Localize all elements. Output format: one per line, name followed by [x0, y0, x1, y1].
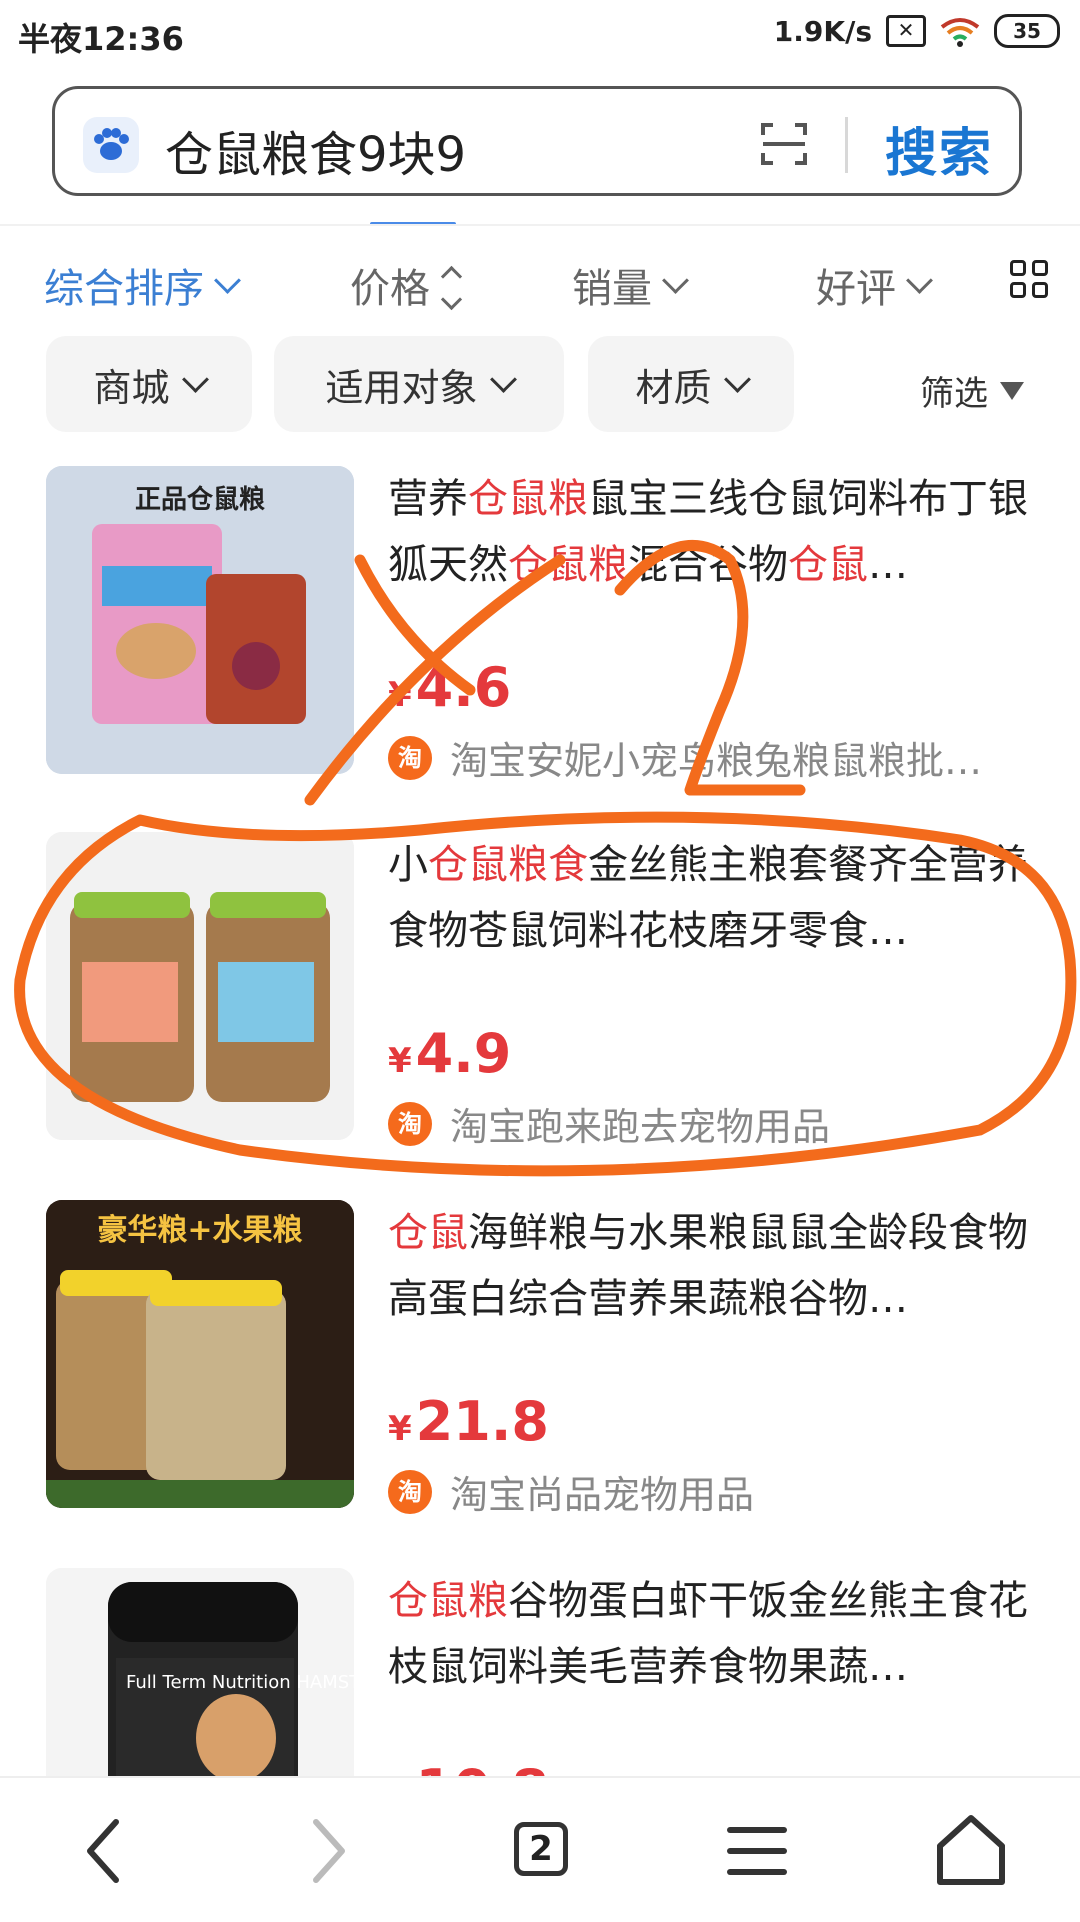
menu-icon[interactable]	[712, 1806, 802, 1896]
thumb-caption: 正品仓鼠粮	[135, 484, 265, 515]
chevron-down-icon	[906, 266, 933, 294]
product-image[interactable]	[46, 832, 354, 1140]
keyword-highlight: 仓鼠粮	[388, 1578, 508, 1624]
product-price: ¥4.6	[388, 656, 512, 719]
clock: 半夜12:36	[18, 20, 184, 58]
tabs-count: 2	[514, 1822, 568, 1876]
product-title[interactable]: 仓鼠海鲜粮与水果粮鼠鼠全龄段食物高蛋白综合营养果蔬粮谷物…	[388, 1200, 1028, 1332]
taobao-icon: 淘	[388, 735, 432, 780]
chip-label: 材质	[635, 365, 712, 410]
sort-tab-label: 价格	[350, 266, 430, 312]
sort-tab-label: 好评	[816, 266, 896, 312]
search-input[interactable]: 仓鼠粮食9块9	[165, 115, 466, 185]
grid-view-icon[interactable]	[1010, 260, 1048, 298]
shop-name[interactable]: 淘淘宝安妮小宠鸟粮兔粮鼠粮批…	[388, 730, 1028, 785]
sort-tab-price[interactable]: 价格	[350, 256, 463, 314]
bottom-navigation: 2	[0, 1776, 1080, 1922]
chevron-down-icon	[489, 365, 517, 393]
product-image[interactable]: 正品仓鼠粮	[46, 466, 354, 774]
sim-icon: ✕	[886, 15, 926, 47]
sort-tab-rating[interactable]: 好评	[816, 256, 933, 314]
title-text: 混合谷物	[628, 542, 788, 588]
filter-button[interactable]: 筛选	[920, 366, 1024, 415]
thumb-caption: 豪华粮+水果粮	[97, 1213, 302, 1248]
shop-label: 淘宝跑来跑去宠物用品	[450, 1105, 831, 1149]
sort-arrows-icon	[440, 265, 463, 311]
taobao-icon: 淘	[388, 1469, 432, 1514]
chevron-down-icon	[662, 266, 689, 294]
keyword-highlight: 仓鼠粮	[468, 476, 588, 522]
chevron-down-icon	[181, 365, 209, 393]
status-bar: 半夜12:36 1.9K/s ✕ 35	[0, 0, 1080, 72]
tabs-button[interactable]: 2	[496, 1806, 586, 1896]
product-price: ¥21.8	[388, 1390, 549, 1453]
title-text: 营养	[388, 476, 468, 522]
network-speed: 1.9K/s	[773, 14, 872, 48]
sort-tab-label: 综合排序	[44, 266, 204, 312]
product-image[interactable]: 豪华粮+水果粮	[46, 1200, 354, 1508]
keyword-highlight: 仓鼠	[788, 542, 868, 588]
search-bar[interactable]: 仓鼠粮食9块9 搜索	[52, 86, 1022, 196]
shop-label: 淘宝尚品宠物用品	[450, 1473, 755, 1517]
filter-chip-mall[interactable]: 商城	[46, 336, 252, 432]
scan-icon[interactable]	[759, 119, 809, 169]
divider	[0, 224, 1080, 226]
shop-name[interactable]: 淘淘宝尚品宠物用品	[388, 1464, 1028, 1519]
filter-bar: 商城 适用对象 材质 筛选	[0, 336, 1080, 436]
battery-indicator: 35	[994, 14, 1060, 48]
product-price: ¥4.9	[388, 1022, 512, 1085]
funnel-icon	[1000, 381, 1024, 400]
status-icons: 1.9K/s ✕ 35	[774, 14, 1060, 48]
product-title[interactable]: 仓鼠粮谷物蛋白虾干饭金丝熊主食花枝鼠饲料美毛营养食物果蔬…	[388, 1568, 1028, 1700]
search-button[interactable]: 搜索	[885, 111, 993, 186]
title-text: 海鲜粮与水果粮鼠鼠全龄段食物高蛋白综合营养果蔬粮谷物…	[388, 1210, 1028, 1322]
wifi-icon	[940, 18, 980, 47]
chevron-down-icon	[214, 266, 241, 294]
filter-label: 筛选	[920, 374, 988, 414]
search-separator	[845, 117, 848, 173]
keyword-highlight: 仓鼠粮	[508, 542, 628, 588]
sort-bar: 综合排序 价格 销量 好评	[0, 248, 1080, 318]
chip-label: 适用对象	[325, 365, 478, 410]
product-item[interactable]: 小仓鼠粮食金丝熊主粮套餐齐全营养食物苍鼠饲料花枝磨牙零食… ¥4.9 淘淘宝跑来…	[0, 832, 1080, 1149]
title-text: …	[868, 542, 908, 588]
shop-name[interactable]: 淘淘宝跑来跑去宠物用品	[388, 1096, 1028, 1151]
product-item[interactable]: 正品仓鼠粮 营养仓鼠粮鼠宝三线仓鼠饲料布丁银狐天然仓鼠粮混合谷物仓鼠… ¥4.6…	[0, 466, 1080, 783]
product-item[interactable]: 豪华粮+水果粮 仓鼠海鲜粮与水果粮鼠鼠全龄段食物高蛋白综合营养果蔬粮谷物… ¥2…	[0, 1200, 1080, 1517]
chevron-down-icon	[723, 365, 751, 393]
forward-icon[interactable]	[282, 1806, 372, 1896]
sort-tab-sales[interactable]: 销量	[572, 256, 689, 314]
filter-chip-material[interactable]: 材质	[588, 336, 794, 432]
thumb-caption: Full Term Nutrition HAMSTER GRAINS & SHR…	[126, 1672, 354, 1693]
keyword-highlight: 仓鼠粮食	[428, 842, 588, 888]
back-icon[interactable]	[60, 1806, 150, 1896]
sort-tab-label: 销量	[572, 266, 652, 312]
keyword-highlight: 仓鼠	[388, 1210, 468, 1256]
title-text: 小	[388, 842, 428, 888]
home-icon[interactable]	[926, 1806, 1016, 1896]
taobao-icon: 淘	[388, 1101, 432, 1146]
shop-label: 淘宝安妮小宠鸟粮兔粮鼠粮批…	[450, 739, 983, 783]
sort-tab-comprehensive[interactable]: 综合排序	[44, 256, 241, 314]
chip-label: 商城	[93, 365, 170, 410]
filter-chip-target[interactable]: 适用对象	[274, 336, 564, 432]
product-title[interactable]: 小仓鼠粮食金丝熊主粮套餐齐全营养食物苍鼠饲料花枝磨牙零食…	[388, 832, 1028, 964]
product-title[interactable]: 营养仓鼠粮鼠宝三线仓鼠饲料布丁银狐天然仓鼠粮混合谷物仓鼠…	[388, 466, 1028, 598]
paw-icon	[83, 117, 139, 173]
